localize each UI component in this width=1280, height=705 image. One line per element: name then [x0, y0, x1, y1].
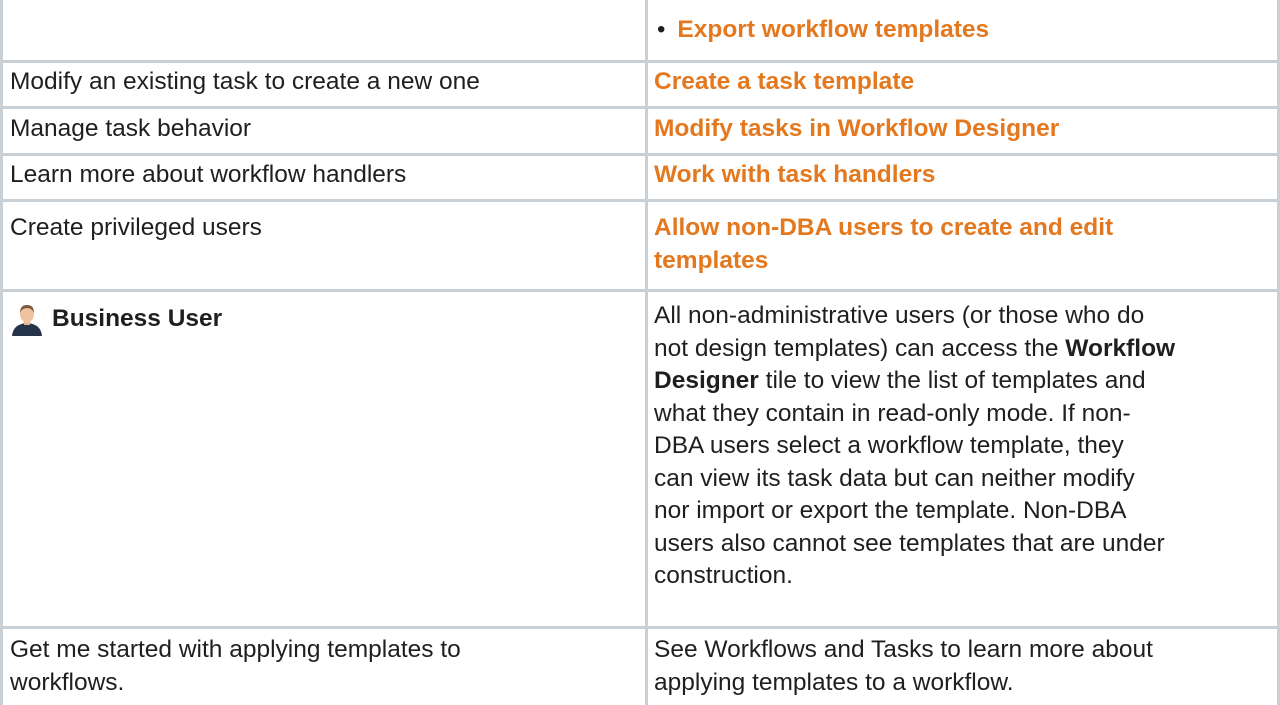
desc-line: All non-administrative users (or those w…: [654, 302, 1145, 329]
goal-workflow-handlers: Learn more about workflow handlers: [10, 161, 407, 188]
desc-line: not design templates) can access the: [654, 334, 1066, 362]
get-started-description: See Workflows and Tasks to learn more ab…: [654, 634, 1153, 699]
desc-line: users also cannot see templates that are…: [654, 529, 1165, 557]
goal-task-behavior: Manage task behavior: [10, 115, 252, 142]
desc-line: can view its task data but can neither m…: [654, 464, 1135, 492]
goal-get-started: Get me started with applying templates t…: [10, 634, 461, 699]
row-divider: [0, 626, 1280, 629]
row-divider: [0, 60, 1280, 63]
export-workflow-templates-link[interactable]: Export workflow templates: [677, 14, 989, 47]
desc-line: what they contain in read-only mode. If …: [654, 399, 1131, 427]
row-divider: [0, 199, 1280, 202]
workflow-designer-term: Designer: [654, 367, 759, 394]
row-divider: [0, 153, 1280, 156]
row-divider: [0, 106, 1280, 109]
allow-non-dba-link[interactable]: Allow non-DBA users to create and edit t…: [654, 212, 1113, 277]
create-task-template-link[interactable]: Create a task template: [654, 66, 914, 99]
goal-modify-task: Modify an existing task to create a new …: [10, 68, 480, 95]
desc-line: construction.: [654, 562, 793, 589]
goal-line: workflows.: [10, 668, 125, 696]
business-user-persona: Business User: [10, 302, 222, 336]
task-handlers-link[interactable]: Work with task handlers: [654, 159, 935, 192]
business-user-label: Business User: [52, 304, 223, 332]
task-reference-table: • Export workflow templates Modify an ex…: [0, 0, 1280, 705]
table-row-export: • Export workflow templates: [657, 14, 989, 47]
desc-line: See Workflows and Tasks to learn more ab…: [654, 636, 1153, 663]
bullet-marker: •: [657, 16, 666, 43]
row-divider: [0, 289, 1280, 292]
goal-privileged-users: Create privileged users: [10, 214, 262, 241]
allow-non-dba-link-line2: templates: [654, 246, 769, 274]
desc-line: DBA users select a workflow template, th…: [654, 432, 1124, 459]
business-user-description: All non-administrative users (or those w…: [654, 300, 1175, 593]
goal-line: Get me started with applying templates t…: [10, 636, 461, 663]
modify-tasks-link[interactable]: Modify tasks in Workflow Designer: [654, 113, 1059, 146]
desc-line: applying templates to a workflow.: [654, 668, 1014, 696]
desc-line: nor import or export the template. Non-D…: [654, 497, 1127, 524]
desc-line: tile to view the list of templates and: [758, 367, 1146, 394]
allow-non-dba-link-line1: Allow non-DBA users to create and edit: [654, 214, 1114, 241]
workflow-designer-term: Workflow: [1065, 334, 1176, 362]
user-avatar-icon: [10, 302, 44, 336]
